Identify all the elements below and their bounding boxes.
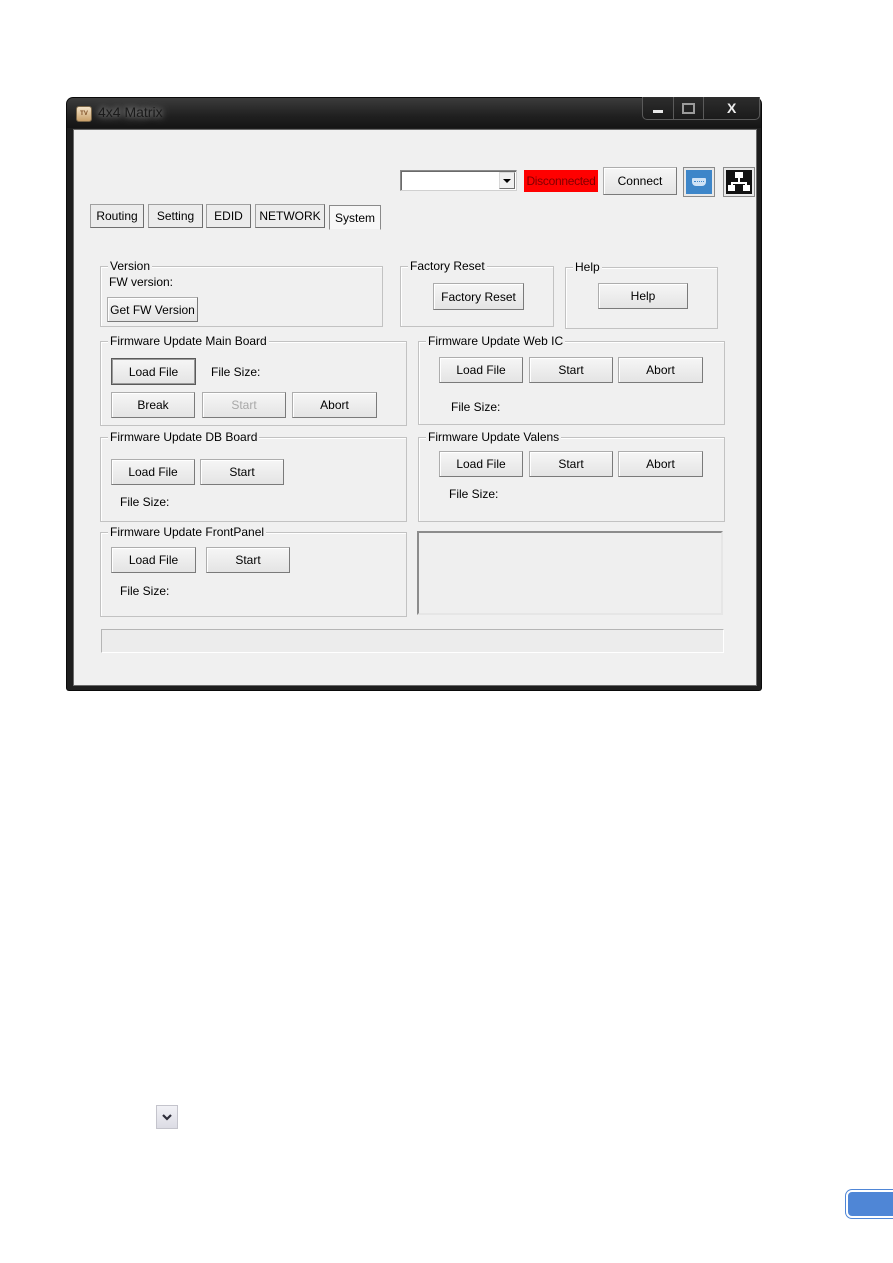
minimize-icon bbox=[652, 109, 663, 113]
main-board-group: Firmware Update Main Board Load File Fil… bbox=[100, 334, 407, 426]
valens-group-title: Firmware Update Valens bbox=[426, 430, 562, 444]
window-title: 4x4 Matrix bbox=[98, 104, 163, 120]
help-group: Help Help bbox=[565, 260, 718, 329]
db-board-file-size-label: File Size: bbox=[120, 495, 170, 509]
maximize-icon bbox=[682, 102, 696, 114]
port-select[interactable] bbox=[400, 170, 517, 191]
front-panel-group-title: Firmware Update FrontPanel bbox=[108, 525, 267, 539]
valens-load-file-button[interactable]: Load File bbox=[439, 451, 523, 477]
tab-routing[interactable]: Routing bbox=[90, 204, 144, 228]
version-group: Version FW version: Get FW Version bbox=[100, 259, 383, 327]
front-panel-start-button[interactable]: Start bbox=[206, 547, 290, 573]
front-panel-load-file-button[interactable]: Load File bbox=[111, 547, 196, 573]
db-board-group: Firmware Update DB Board Load File Start… bbox=[100, 430, 407, 522]
triangle-down-icon bbox=[503, 178, 511, 183]
web-ic-file-size-label: File Size: bbox=[451, 400, 501, 414]
db-board-group-title: Firmware Update DB Board bbox=[108, 430, 260, 444]
minimize-button[interactable] bbox=[643, 97, 674, 119]
app-window: TV 4x4 Matrix X Disconnected Connect Rou… bbox=[67, 97, 761, 690]
valens-file-size-label: File Size: bbox=[449, 487, 499, 501]
main-board-abort-button[interactable]: Abort bbox=[292, 392, 377, 418]
help-group-title: Help bbox=[573, 260, 602, 274]
web-ic-load-file-button[interactable]: Load File bbox=[439, 357, 523, 383]
db-board-start-button[interactable]: Start bbox=[200, 459, 284, 485]
factory-reset-group-title: Factory Reset bbox=[408, 259, 487, 273]
serial-mode-button[interactable] bbox=[683, 167, 715, 197]
web-ic-group: Firmware Update Web IC Load File Start A… bbox=[418, 334, 725, 425]
serial-port-icon bbox=[686, 170, 712, 194]
factory-reset-group: Factory Reset Factory Reset bbox=[400, 259, 554, 327]
main-board-group-title: Firmware Update Main Board bbox=[108, 334, 269, 348]
web-ic-abort-button[interactable]: Abort bbox=[618, 357, 703, 383]
log-output-box[interactable] bbox=[417, 531, 723, 615]
maximize-button[interactable] bbox=[674, 97, 705, 119]
client-area: Disconnected Connect Routing Setting EDI… bbox=[73, 129, 757, 686]
factory-reset-button[interactable]: Factory Reset bbox=[433, 283, 524, 310]
network-icon bbox=[726, 170, 752, 194]
tab-network[interactable]: NETWORK bbox=[255, 204, 325, 228]
web-ic-start-button[interactable]: Start bbox=[529, 357, 613, 383]
caption-buttons: X bbox=[642, 97, 760, 120]
tab-setting[interactable]: Setting bbox=[148, 204, 203, 228]
page-number-tab bbox=[846, 1190, 893, 1218]
dropdown-chevron-button bbox=[156, 1105, 178, 1129]
front-panel-file-size-label: File Size: bbox=[120, 584, 170, 598]
fw-version-label: FW version: bbox=[109, 275, 174, 289]
get-fw-version-button[interactable]: Get FW Version bbox=[107, 297, 198, 322]
update-progress-bar bbox=[101, 629, 724, 653]
close-button[interactable]: X bbox=[704, 97, 759, 119]
version-group-title: Version bbox=[108, 259, 153, 273]
valens-group: Firmware Update Valens Load File Start A… bbox=[418, 430, 725, 522]
valens-abort-button[interactable]: Abort bbox=[618, 451, 703, 477]
tv-app-icon: TV bbox=[76, 106, 92, 122]
tab-edid[interactable]: EDID bbox=[206, 204, 251, 228]
connect-button[interactable]: Connect bbox=[603, 167, 677, 195]
db-board-load-file-button[interactable]: Load File bbox=[111, 459, 195, 485]
front-panel-group: Firmware Update FrontPanel Load File Sta… bbox=[100, 525, 407, 617]
main-board-start-button[interactable]: Start bbox=[202, 392, 286, 418]
valens-start-button[interactable]: Start bbox=[529, 451, 613, 477]
network-mode-button[interactable] bbox=[723, 167, 755, 197]
tab-system[interactable]: System bbox=[329, 205, 381, 230]
connection-status: Disconnected bbox=[524, 170, 598, 192]
main-board-break-button[interactable]: Break bbox=[111, 392, 195, 418]
close-icon: X bbox=[727, 100, 737, 116]
title-bar[interactable]: TV 4x4 Matrix X bbox=[67, 97, 761, 128]
help-button[interactable]: Help bbox=[598, 283, 688, 309]
main-board-load-file-button[interactable]: Load File bbox=[111, 358, 196, 385]
main-board-file-size-label: File Size: bbox=[211, 365, 261, 379]
dropdown-arrow-button[interactable] bbox=[499, 172, 515, 189]
chevron-down-icon bbox=[162, 1113, 172, 1121]
web-ic-group-title: Firmware Update Web IC bbox=[426, 334, 566, 348]
